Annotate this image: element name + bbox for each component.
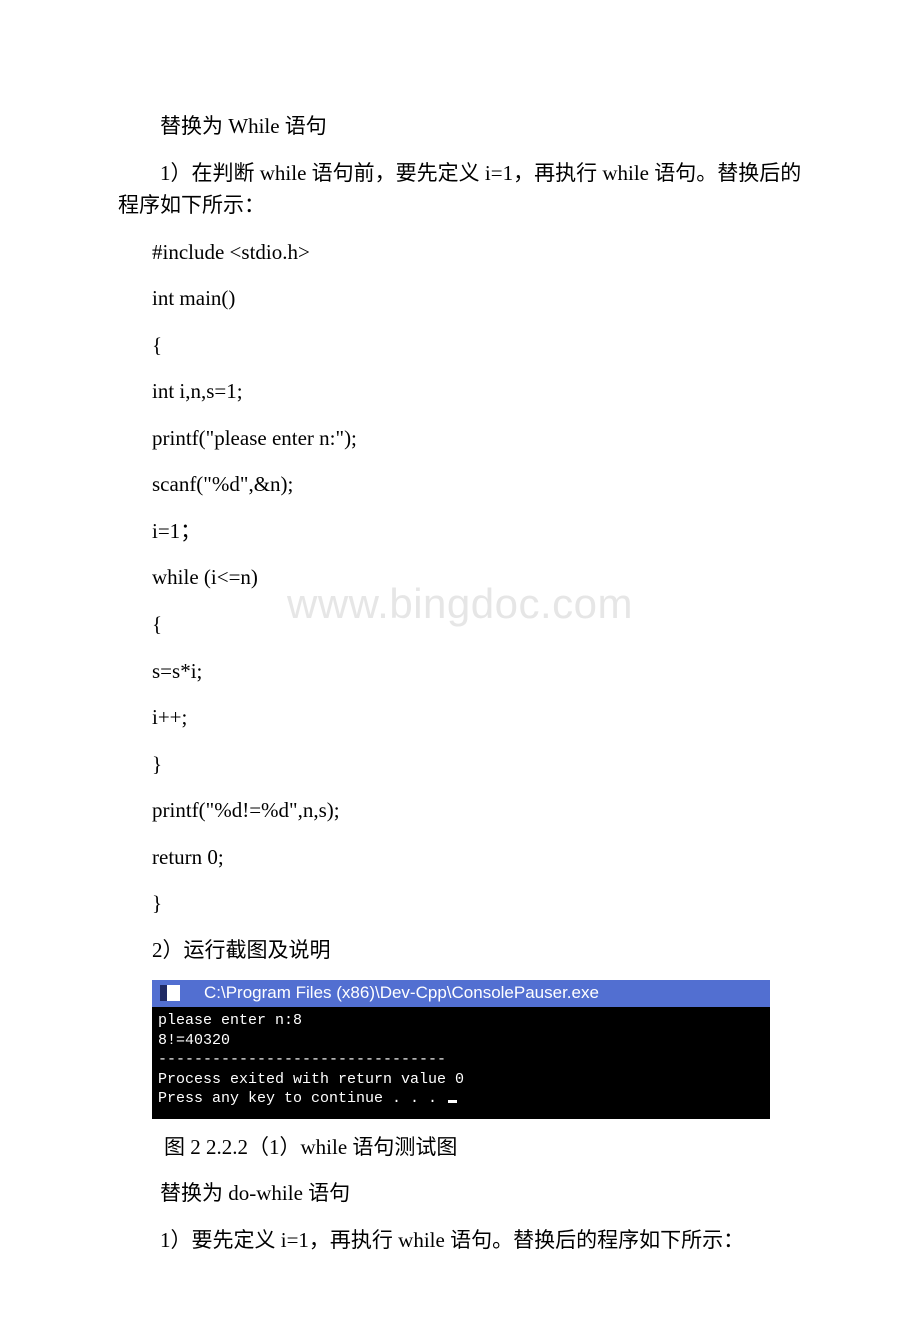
cursor-icon bbox=[448, 1100, 457, 1103]
code-line: int i,n,s=1; bbox=[118, 375, 802, 408]
console-window: C:\Program Files (x86)\Dev-Cpp\ConsolePa… bbox=[152, 980, 770, 1119]
console-output: please enter n:8 8!=40320 --------------… bbox=[152, 1007, 770, 1119]
console-line: Process exited with return value 0 bbox=[158, 1071, 464, 1088]
paragraph-screenshot-heading: 2）运行截图及说明 bbox=[118, 934, 802, 967]
console-line: please enter n:8 bbox=[158, 1012, 302, 1029]
paragraph-while-heading: 替换为 While 语句 bbox=[118, 110, 802, 143]
console-line: Press any key to continue . . . bbox=[158, 1090, 446, 1107]
figure-caption: 图 2 2.2.2（1）while 语句测试图 bbox=[118, 1131, 802, 1164]
code-line: #include <stdio.h> bbox=[118, 236, 802, 269]
code-line: s=s*i; bbox=[118, 655, 802, 688]
code-line: scanf("%d",&n); bbox=[118, 468, 802, 501]
code-line: i++; bbox=[118, 701, 802, 734]
console-line: -------------------------------- bbox=[158, 1051, 446, 1068]
paragraph-while-desc: 1）在判断 while 语句前，要先定义 i=1，再执行 while 语句。替换… bbox=[118, 157, 802, 222]
code-line: { bbox=[118, 329, 802, 362]
console-line: 8!=40320 bbox=[158, 1032, 230, 1049]
code-line: { bbox=[118, 608, 802, 641]
console-titlebar: C:\Program Files (x86)\Dev-Cpp\ConsolePa… bbox=[152, 980, 770, 1007]
paragraph-dowhile-desc: 1）要先定义 i=1，再执行 while 语句。替换后的程序如下所示： bbox=[118, 1224, 802, 1257]
paragraph-dowhile-heading: 替换为 do-while 语句 bbox=[118, 1177, 802, 1210]
document-content: 替换为 While 语句 1）在判断 while 语句前，要先定义 i=1，再执… bbox=[118, 110, 802, 1257]
code-line: printf("%d!=%d",n,s); bbox=[118, 794, 802, 827]
code-line: int main() bbox=[118, 282, 802, 315]
code-line: return 0; bbox=[118, 841, 802, 874]
code-line: i=1； bbox=[118, 515, 802, 548]
console-icon bbox=[160, 985, 180, 1001]
console-title-text: C:\Program Files (x86)\Dev-Cpp\ConsolePa… bbox=[204, 983, 599, 1003]
code-line: } bbox=[118, 748, 802, 781]
code-line: printf("please enter n:"); bbox=[118, 422, 802, 455]
code-line: while (i<=n) bbox=[118, 561, 802, 594]
code-line: } bbox=[118, 887, 802, 920]
